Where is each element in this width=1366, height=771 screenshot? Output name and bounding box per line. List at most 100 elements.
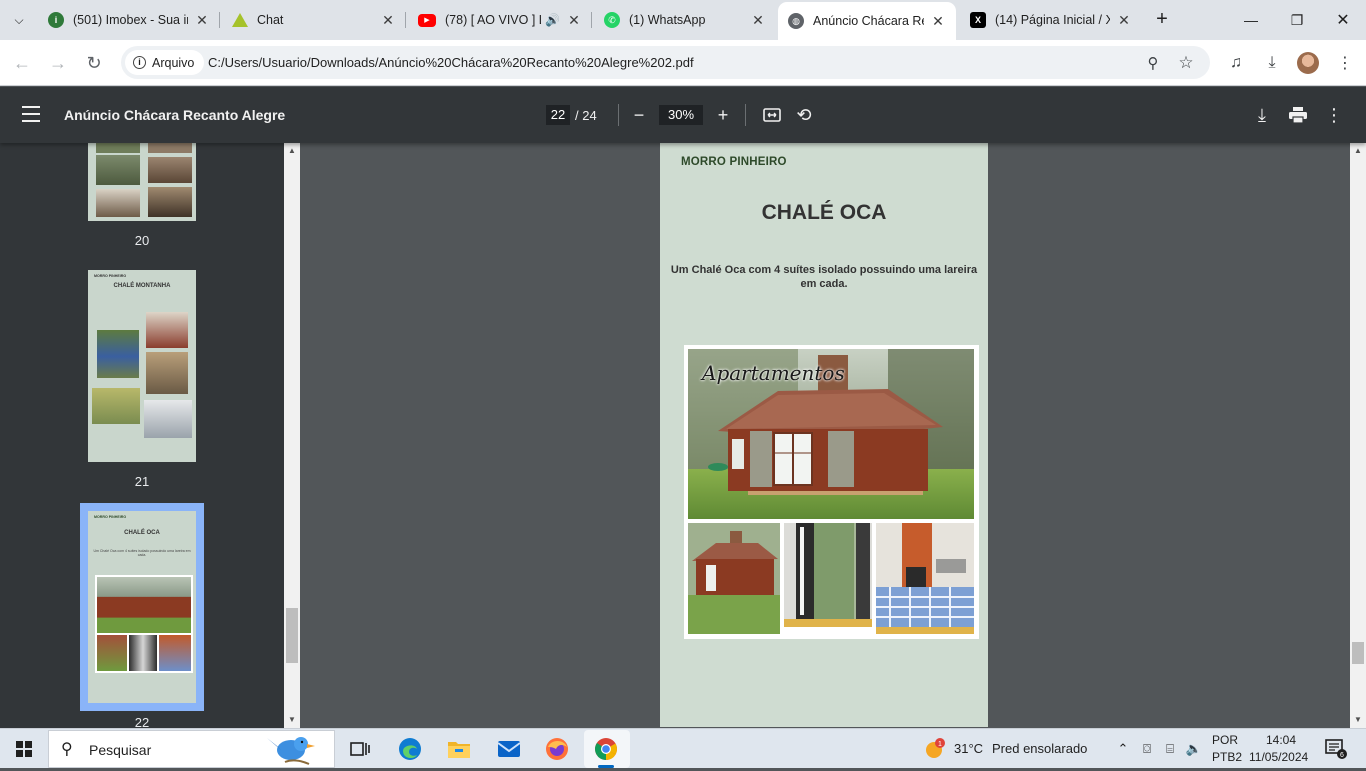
tab-anuncio[interactable]: ◍ Anúncio Chácara Rec ✕ (778, 2, 956, 40)
clock-time[interactable]: 14:04 (1266, 733, 1296, 747)
scroll-down-arrow[interactable]: ▼ (1352, 715, 1364, 724)
media-control-icon[interactable]: ♫ (1224, 51, 1248, 75)
sidebar-scroll-thumb[interactable] (286, 608, 298, 663)
thumbnail-page-20[interactable] (88, 143, 196, 221)
meet-now-icon[interactable]: ⌼ (1138, 740, 1156, 758)
thumbnail-page-21[interactable]: MORRO PINHEIRO CHALÉ MONTANHA (88, 270, 196, 462)
print-icon[interactable] (1286, 103, 1310, 127)
weather-temp[interactable]: 31°C (954, 741, 983, 756)
more-options-icon[interactable]: ⋮ (1322, 103, 1346, 127)
address-bar[interactable]: i Arquivo C:/Users/Usuario/Downloads/Anú… (121, 46, 1210, 79)
chat-icon (232, 13, 248, 27)
main-photo: Apartamentos (688, 349, 974, 519)
download-icon[interactable]: ⤓ (1250, 103, 1274, 127)
tab-youtube[interactable]: ▶ (78) [ AO VIVO ] L 🔊 ✕ (408, 4, 592, 36)
menu-dots-icon[interactable]: ⋮ (1333, 51, 1357, 75)
notifications-icon[interactable]: 6 (1324, 739, 1348, 759)
maximize-button[interactable]: ❐ (1274, 0, 1320, 40)
region-label: MORRO PINHEIRO (681, 156, 787, 168)
tab-chat[interactable]: Chat ✕ (222, 4, 406, 36)
close-icon[interactable]: ✕ (1116, 12, 1132, 29)
zoom-out-button[interactable]: − (627, 103, 651, 127)
thumbnail-label: 22 (134, 715, 150, 728)
weather-desc[interactable]: Pred ensolarado (992, 741, 1087, 756)
network-icon[interactable]: ⌸ (1161, 740, 1179, 758)
new-tab-button[interactable]: + (1150, 8, 1174, 32)
close-icon[interactable]: ✕ (194, 12, 210, 29)
file-explorer-icon[interactable] (445, 735, 473, 763)
chrome-icon[interactable] (592, 735, 620, 763)
thumbnail-sidebar: 20 MORRO PINHEIRO CHALÉ MONTANHA 21 MORR… (0, 143, 300, 728)
close-icon[interactable]: ✕ (380, 12, 396, 29)
youtube-icon: ▶ (418, 13, 436, 27)
avatar[interactable] (1297, 52, 1319, 74)
main-scrollbar[interactable] (1350, 143, 1366, 728)
tab-whatsapp[interactable]: ✆ (1) WhatsApp ✕ (594, 4, 776, 36)
thumbnail-label: 21 (134, 474, 150, 489)
bookmark-star-icon[interactable]: ☆ (1175, 52, 1197, 74)
close-window-button[interactable]: ✕ (1320, 0, 1366, 40)
document-title: Anúncio Chácara Recanto Alegre (64, 107, 286, 123)
browser-toolbar: ← → ↻ i Arquivo C:/Users/Usuario/Downloa… (0, 40, 1366, 86)
imobex-icon: i (48, 12, 64, 28)
url-text[interactable]: C:/Users/Usuario/Downloads/Anúncio%20Chá… (208, 55, 694, 70)
minimize-button[interactable]: — (1228, 0, 1274, 40)
firefox-icon[interactable] (543, 735, 571, 763)
page-heading: CHALÉ OCA (761, 201, 887, 224)
close-icon[interactable]: ✕ (750, 12, 766, 29)
scroll-up-arrow[interactable]: ▲ (286, 146, 298, 155)
edge-icon[interactable] (396, 735, 424, 763)
tab-imobex[interactable]: i (501) Imobex - Sua im ✕ (38, 4, 220, 36)
volume-icon[interactable]: 🔈 (1185, 740, 1203, 758)
mail-icon[interactable] (495, 735, 523, 763)
x-icon: X (970, 12, 986, 28)
photo-doorway (784, 523, 872, 627)
svg-text:6: 6 (1340, 752, 1344, 759)
zoom-in-button[interactable]: + (711, 103, 735, 127)
site-info-chip[interactable]: i Arquivo (125, 50, 205, 75)
page-description: Um Chalé Oca com 4 suítes isolado possui… (670, 264, 978, 290)
page-number-input[interactable]: 22 (546, 105, 570, 125)
forward-button[interactable]: → (45, 50, 71, 76)
page-total: / 24 (575, 108, 597, 123)
photo-exterior (688, 523, 780, 634)
pdf-viewport[interactable]: MORRO PINHEIRO CHALÉ OCA Um Chalé Oca co… (300, 143, 1350, 728)
photo-caption: Apartamentos (702, 361, 845, 385)
speaker-icon[interactable]: 🔊 (545, 13, 560, 27)
globe-icon: ◍ (788, 13, 804, 29)
menu-icon[interactable] (22, 106, 40, 122)
info-icon: i (133, 56, 146, 69)
scroll-up-arrow[interactable]: ▲ (1352, 146, 1364, 155)
close-icon[interactable]: ✕ (930, 13, 946, 30)
tab-search-button[interactable]: ⌵ (6, 7, 32, 33)
task-view-icon[interactable] (346, 735, 374, 763)
pdf-page: MORRO PINHEIRO CHALÉ OCA Um Chalé Oca co… (660, 143, 988, 727)
thumbnail-page-22[interactable]: MORRO PINHEIRO CHALÉ OCA Um Chalé Oca co… (88, 511, 196, 703)
search-icon: ⚲ (61, 741, 73, 758)
thumbnail-label: 20 (134, 233, 150, 248)
bird-illustration-icon (265, 732, 323, 766)
rotate-icon[interactable]: ⟲ (792, 103, 816, 127)
windows-start-icon[interactable] (16, 741, 32, 757)
zoom-icon[interactable]: ⚲ (1142, 52, 1164, 74)
chevron-up-icon[interactable]: ⌃ (1114, 740, 1132, 758)
pdf-toolbar: Anúncio Chácara Recanto Alegre 22 / 24 −… (0, 87, 1366, 143)
download-icon[interactable]: ⤓ (1260, 51, 1284, 75)
whatsapp-icon: ✆ (604, 12, 620, 28)
language-indicator[interactable]: POR (1212, 733, 1238, 747)
zoom-input[interactable]: 30% (659, 105, 703, 125)
keyboard-layout[interactable]: PTB2 (1212, 750, 1242, 764)
tab-x[interactable]: X (14) Página Inicial / X ✕ (960, 4, 1142, 36)
main-scroll-thumb[interactable] (1352, 642, 1364, 664)
fit-page-icon[interactable] (760, 103, 784, 127)
clock-date[interactable]: 11/05/2024 (1249, 750, 1308, 764)
weather-sun-icon[interactable]: 1 (924, 738, 946, 760)
photo-collage: Apartamentos (684, 345, 979, 639)
chevron-down-icon: ⌵ (14, 12, 24, 27)
close-icon[interactable]: ✕ (566, 12, 582, 29)
tab-strip: ⌵ i (501) Imobex - Sua im ✕ Chat ✕ ▶ (78… (0, 0, 1366, 40)
back-button[interactable]: ← (9, 50, 35, 76)
scroll-down-arrow[interactable]: ▼ (286, 715, 298, 724)
svg-text:1: 1 (938, 741, 942, 748)
reload-button[interactable]: ↻ (81, 50, 107, 76)
